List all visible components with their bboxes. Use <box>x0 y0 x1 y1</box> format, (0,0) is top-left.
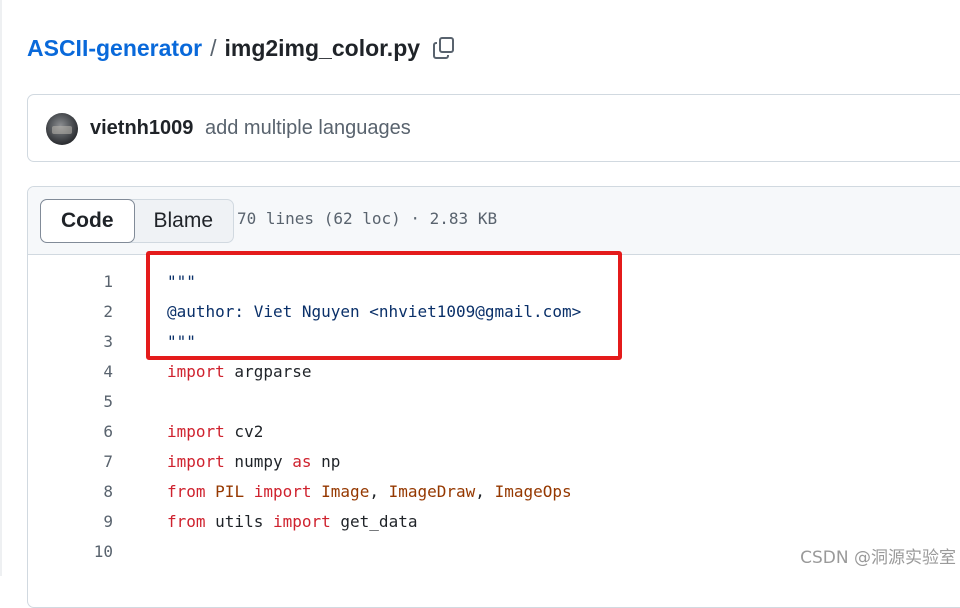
code-token: utils <box>205 512 273 531</box>
code-token: get_data <box>330 512 418 531</box>
code-text: import cv2 <box>167 417 263 447</box>
code-text: import argparse <box>167 357 312 387</box>
commit-message[interactable]: add multiple languages <box>205 117 411 140</box>
code-token: np <box>311 452 341 471</box>
code-text: import numpy as np <box>167 447 340 477</box>
code-text: """ <box>167 332 196 351</box>
line-number[interactable]: 7 <box>28 447 113 477</box>
line-number[interactable]: 4 <box>28 357 113 387</box>
module-token: PIL <box>215 482 245 501</box>
commit-author[interactable]: vietnh1009 <box>90 117 193 140</box>
code-line: 4 import argparse <box>28 357 960 387</box>
keyword-token: import <box>167 422 225 441</box>
file-name: img2img_color.py <box>224 34 421 61</box>
latest-commit-box: vietnh1009 add multiple languages <box>27 94 960 162</box>
line-number[interactable]: 5 <box>28 387 113 417</box>
view-toggle: Code Blame <box>40 199 235 243</box>
keyword-token: import <box>272 512 331 531</box>
keyword-token: as <box>292 452 312 471</box>
code-text: from utils import get_data <box>167 507 417 537</box>
watermark: CSDN @洞源实验室 <box>800 548 956 568</box>
copy-path-button[interactable] <box>430 34 458 62</box>
keyword-token: import <box>167 452 225 471</box>
code-text: """ <box>167 272 196 291</box>
keyword-token: import <box>253 482 312 501</box>
file-header: Code Blame 70 lines (62 loc) · 2.83 KB <box>28 187 960 255</box>
code-line: 9 from utils import get_data <box>28 507 960 537</box>
avatar[interactable] <box>46 113 78 145</box>
code-token: argparse <box>224 362 312 381</box>
tab-blame[interactable]: Blame <box>134 200 234 242</box>
code-line: 3 """ <box>28 327 960 357</box>
breadcrumb: ASCII-generator / img2img_color.py <box>27 30 458 66</box>
left-border <box>0 0 2 576</box>
keyword-token: import <box>167 362 225 381</box>
code-line: 7 import numpy as np <box>28 447 960 477</box>
line-number[interactable]: 2 <box>28 297 113 327</box>
line-number[interactable]: 9 <box>28 507 113 537</box>
class-token: Image <box>321 482 370 501</box>
keyword-token: from <box>167 512 206 531</box>
class-token: ImageDraw <box>388 482 476 501</box>
file-stats: 70 lines (62 loc) · 2.83 KB <box>237 209 498 228</box>
code-line: 2 @author: Viet Nguyen <nhviet1009@gmail… <box>28 297 960 327</box>
code-token: numpy <box>224 452 293 471</box>
repo-link[interactable]: ASCII-generator <box>27 35 202 62</box>
code-token: , <box>369 482 389 501</box>
line-number[interactable]: 6 <box>28 417 113 447</box>
line-number[interactable]: 3 <box>28 327 113 357</box>
breadcrumb-separator: / <box>210 34 217 61</box>
keyword-token: from <box>167 482 206 501</box>
code-line: 6 import cv2 <box>28 417 960 447</box>
tab-code[interactable]: Code <box>40 199 135 243</box>
copy-icon <box>433 37 455 59</box>
code-line: 5 <box>28 387 960 417</box>
code-line: 1 """ <box>28 267 960 297</box>
line-number[interactable]: 10 <box>28 537 113 567</box>
code-token: , <box>475 482 495 501</box>
code-text: from PIL import Image, ImageDraw, ImageO… <box>167 477 572 507</box>
class-token: ImageOps <box>494 482 572 501</box>
code-line: 8 from PIL import Image, ImageDraw, Imag… <box>28 477 960 507</box>
code-text: @author: Viet Nguyen <nhviet1009@gmail.c… <box>167 302 582 321</box>
line-number[interactable]: 8 <box>28 477 113 507</box>
line-number[interactable]: 1 <box>28 267 113 297</box>
code-token: cv2 <box>224 422 264 441</box>
